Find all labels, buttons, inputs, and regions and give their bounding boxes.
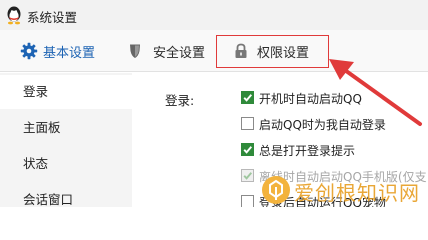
- qq-pet-checkbox[interactable]: [241, 195, 254, 207]
- tab-basic-label: 基本设置: [43, 46, 96, 61]
- login-tips-checkbox[interactable]: [241, 143, 254, 156]
- autostart-qq-label: 开机时自动启动QQ: [259, 92, 362, 106]
- sidebar-item-main-panel[interactable]: 主面板: [0, 111, 132, 145]
- tab-basic-settings[interactable]: 基本设置: [20, 40, 130, 62]
- annotation-highlight-box: [216, 35, 329, 68]
- sidebar-item-chat-window[interactable]: 会话窗口: [0, 183, 132, 217]
- autostart-qq-checkbox[interactable]: [241, 91, 254, 104]
- login-tips-label: 总是打开登录提示: [259, 144, 356, 158]
- watermark-text: 爱创根知识网: [294, 181, 420, 205]
- watermark-logo-icon: [262, 176, 290, 204]
- site-watermark: 爱创根知识网: [262, 173, 428, 207]
- settings-tab-bar: 基本设置 安全设置 权限设置: [0, 30, 428, 72]
- login-section-label: 登录:: [165, 93, 195, 108]
- title-bar: 系统设置: [0, 0, 428, 30]
- shield-icon: [126, 42, 144, 60]
- auto-login-label: 启动QQ时为我自动登录: [259, 118, 386, 132]
- tab-security-label: 安全设置: [153, 46, 206, 61]
- auto-login-checkbox[interactable]: [241, 117, 254, 130]
- window-title: 系统设置: [27, 10, 78, 25]
- qq-logo-icon: [4, 5, 24, 25]
- sidebar-item-status[interactable]: 状态: [0, 147, 132, 181]
- sidebar-item-login[interactable]: 登录: [0, 75, 132, 109]
- settings-sidebar: 登录 主面板 状态 会话窗口: [0, 73, 132, 207]
- gear-icon: [20, 42, 38, 60]
- offline-mobile-checkbox: [241, 169, 254, 182]
